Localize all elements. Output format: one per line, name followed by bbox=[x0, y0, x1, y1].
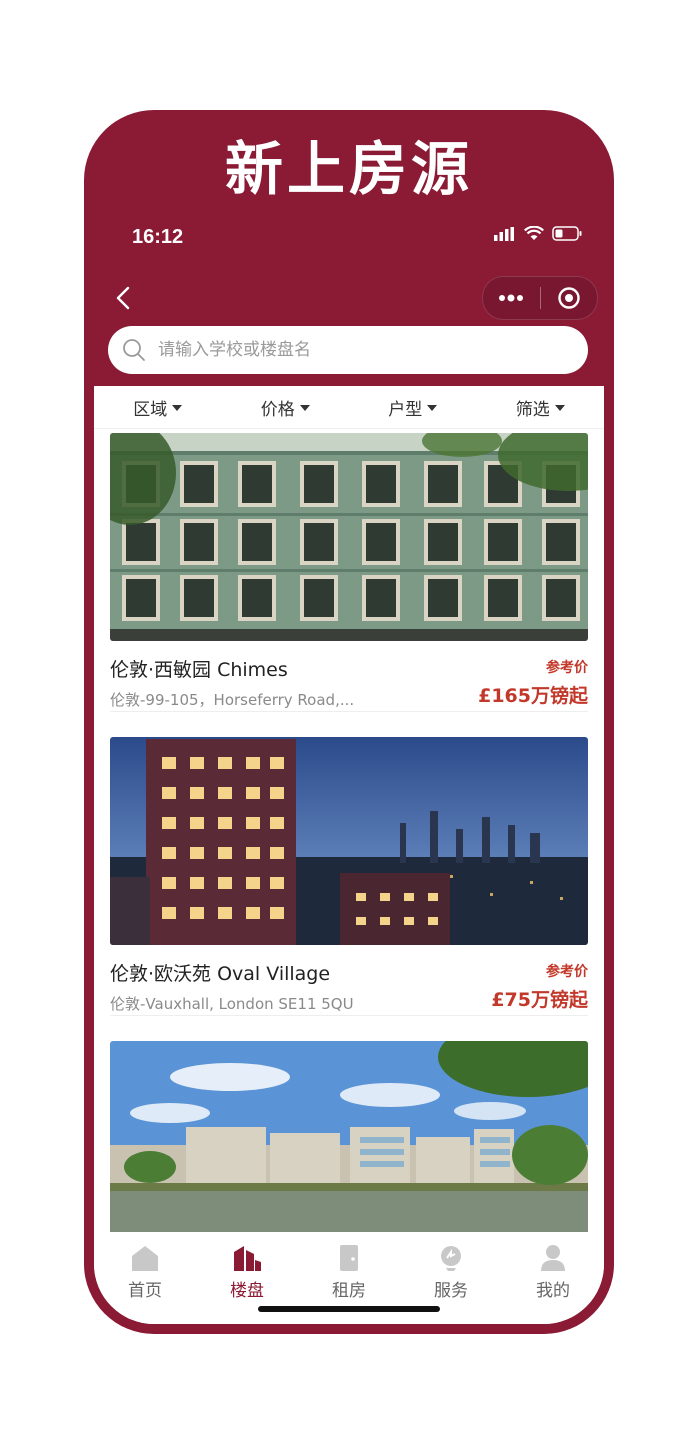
caret-down-icon bbox=[299, 405, 310, 411]
listing-address: 伦敦-Vauxhall, London SE11 5QU bbox=[110, 995, 354, 1013]
listing-price: £165万镑起 bbox=[478, 685, 588, 707]
search-icon bbox=[123, 339, 145, 361]
price-label: 参考价 bbox=[546, 964, 588, 980]
more-button[interactable] bbox=[483, 277, 540, 319]
listing-card[interactable]: 伦敦·西敏园 Chimes 伦敦-99-105，Horseferry Road,… bbox=[110, 433, 588, 712]
price-label: 参考价 bbox=[546, 660, 588, 676]
filter-label: 价格 bbox=[260, 399, 295, 420]
tab-label: 楼盘 bbox=[230, 1281, 264, 1301]
status-time: 16:12 bbox=[132, 226, 184, 248]
more-dots-icon bbox=[499, 294, 524, 302]
search-bar[interactable] bbox=[108, 326, 588, 374]
filter-layout[interactable]: 户型 bbox=[349, 395, 477, 420]
listing-photo bbox=[110, 433, 588, 641]
miniprogram-capsule bbox=[482, 276, 598, 320]
filter-label: 筛选 bbox=[515, 399, 550, 420]
tab-label: 我的 bbox=[536, 1281, 570, 1301]
close-miniprogram-button[interactable] bbox=[541, 277, 598, 319]
home-indicator[interactable] bbox=[258, 1306, 440, 1312]
buildings-icon bbox=[234, 1246, 261, 1271]
listing-price: £75万镑起 bbox=[491, 989, 588, 1011]
tab-label: 租房 bbox=[332, 1281, 366, 1301]
banner-headline: 新上房源 bbox=[224, 135, 473, 203]
battery-icon bbox=[552, 226, 582, 241]
door-icon bbox=[340, 1245, 358, 1271]
tab-home[interactable]: 首页 bbox=[94, 1232, 196, 1324]
filter-price[interactable]: 价格 bbox=[222, 395, 350, 420]
tab-label: 首页 bbox=[128, 1281, 162, 1301]
search-input[interactable] bbox=[156, 339, 560, 361]
listing-name: 伦敦·欧沃苑 Oval Village bbox=[110, 963, 331, 985]
tab-label: 服务 bbox=[434, 1281, 468, 1301]
filter-region[interactable]: 区域 bbox=[94, 395, 222, 420]
listing-address: 伦敦-99-105，Horseferry Road,... bbox=[110, 691, 355, 709]
listing-photo bbox=[110, 737, 588, 945]
listing-card[interactable]: 伦敦·欧沃苑 Oval Village 伦敦-Vauxhall, London … bbox=[110, 737, 588, 1016]
back-button[interactable] bbox=[108, 280, 138, 316]
filter-label: 户型 bbox=[388, 399, 423, 420]
wifi-icon bbox=[524, 226, 544, 240]
caret-down-icon bbox=[172, 405, 183, 411]
signal-icon bbox=[494, 226, 514, 241]
user-icon bbox=[541, 1245, 565, 1271]
caret-down-icon bbox=[427, 405, 438, 411]
home-icon bbox=[132, 1246, 158, 1271]
caret-down-icon bbox=[554, 405, 565, 411]
listing-name: 伦敦·西敏园 Chimes bbox=[110, 659, 288, 681]
tab-profile[interactable]: 我的 bbox=[502, 1232, 604, 1324]
status-icons bbox=[494, 226, 582, 241]
filter-bar: 区域 价格 户型 筛选 bbox=[94, 386, 604, 429]
listing-card[interactable] bbox=[110, 1041, 588, 1241]
filter-label: 区域 bbox=[133, 399, 168, 420]
service-icon bbox=[441, 1246, 461, 1271]
phone-frame: 新上房源 16:12 请输入学校或楼盘名 区域 价格 户型 筛选 伦敦·西敏园 … bbox=[84, 110, 614, 1334]
chevron-left-icon bbox=[116, 286, 130, 310]
listing-photo bbox=[110, 1041, 588, 1241]
target-icon bbox=[558, 287, 580, 309]
main-content: 区域 价格 户型 筛选 伦敦·西敏园 Chimes 伦敦-99-105，Hors… bbox=[94, 386, 604, 1324]
filter-more[interactable]: 筛选 bbox=[477, 395, 605, 420]
